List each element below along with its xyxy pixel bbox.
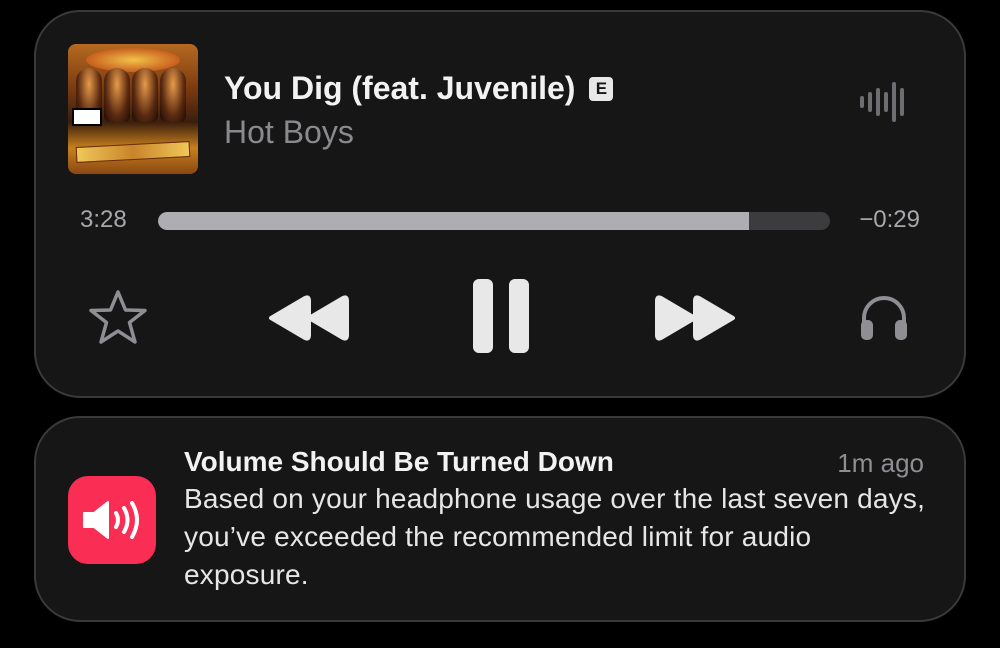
elapsed-time: 3:28 — [80, 206, 127, 233]
notification-title: Volume Should Be Turned Down — [184, 446, 614, 477]
headphones-icon — [861, 296, 907, 340]
album-art-figure — [160, 68, 186, 122]
parental-advisory-label — [72, 108, 102, 126]
waveform-icon — [860, 82, 904, 122]
speaker-volume-icon — [83, 501, 139, 539]
rewind-icon — [269, 295, 349, 341]
explicit-badge: E — [589, 76, 614, 101]
fast-forward-icon — [655, 295, 735, 341]
progress-bar[interactable] — [158, 212, 830, 230]
album-art-logo — [86, 48, 180, 72]
fast-forward-button[interactable] — [652, 286, 740, 350]
song-title: You Dig (feat. Juvenile) — [224, 70, 576, 106]
album-art[interactable] — [68, 44, 198, 174]
notification-body: Based on your headphone usage over the l… — [184, 483, 926, 590]
remaining-time: −0:29 — [859, 206, 920, 233]
pause-icon — [473, 279, 529, 353]
rewind-button[interactable] — [264, 286, 352, 350]
song-title-row: You Dig (feat. Juvenile) E — [224, 70, 614, 107]
notification-timestamp: 1m ago — [837, 448, 924, 478]
album-art-figure — [104, 68, 130, 122]
app-icon — [68, 476, 156, 564]
album-art-banner — [75, 141, 191, 163]
pause-button[interactable] — [466, 274, 536, 358]
star-icon — [89, 290, 147, 344]
audio-output-button[interactable] — [856, 286, 912, 350]
progress-bar-fill — [158, 212, 750, 230]
notification-card[interactable]: Volume Should Be Turned Down 1m ago Base… — [34, 416, 966, 622]
now-playing-card[interactable]: You Dig (feat. Juvenile) E Hot Boys 3:28… — [34, 10, 966, 398]
artist-name[interactable]: Hot Boys — [224, 114, 354, 151]
album-art-figure — [132, 68, 158, 122]
favorite-button[interactable] — [84, 286, 152, 350]
